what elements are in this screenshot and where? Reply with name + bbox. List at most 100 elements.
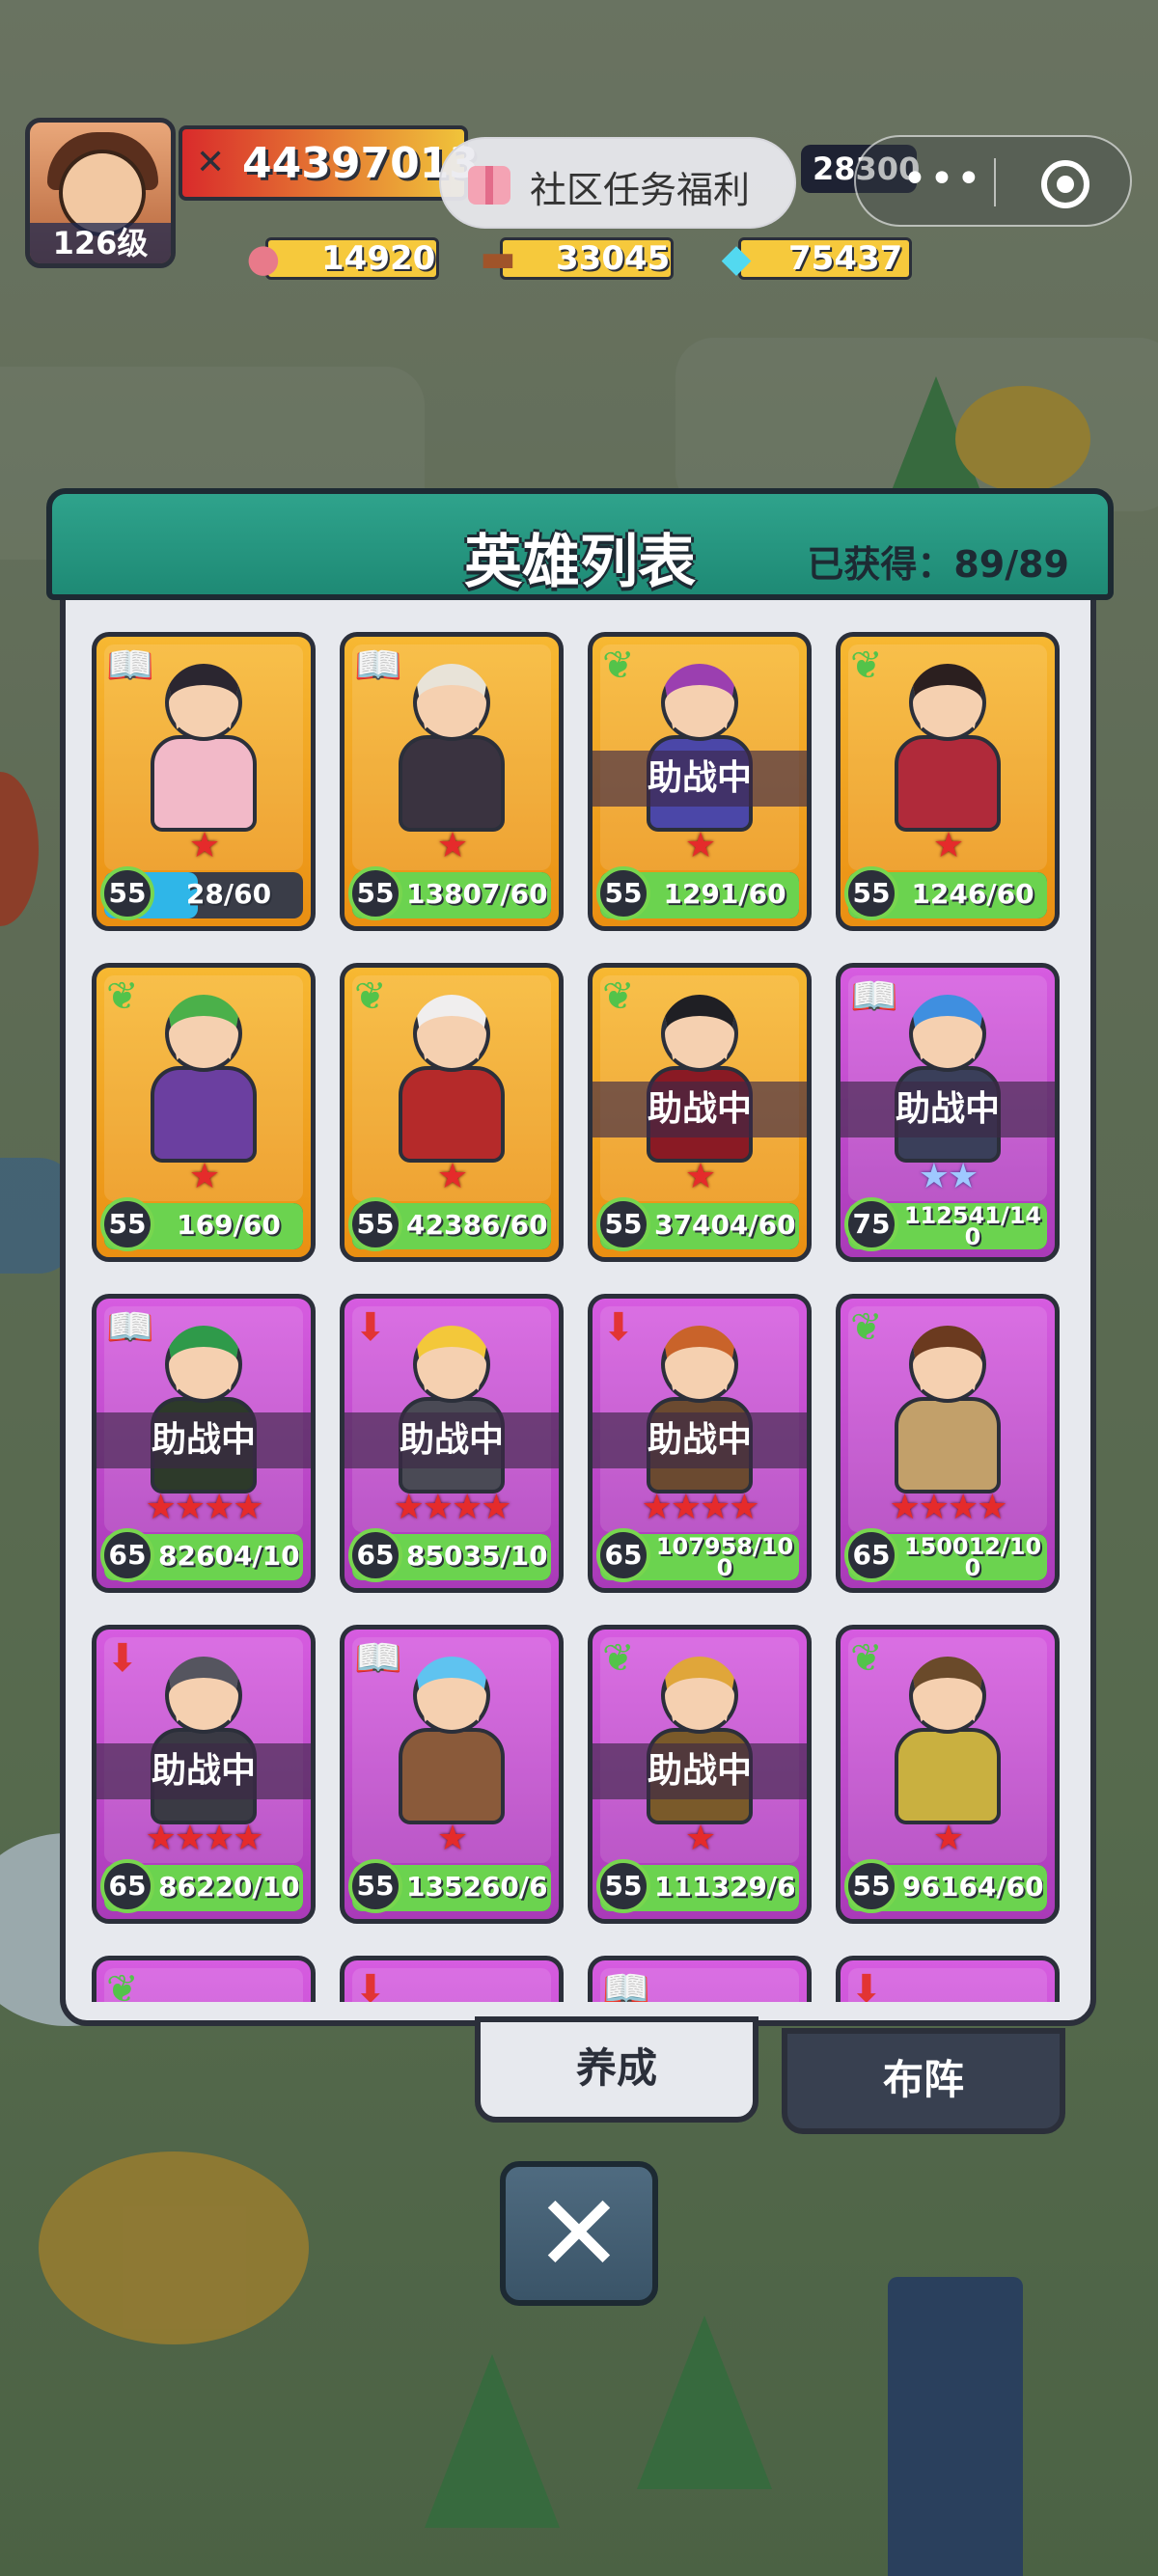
- assist-status-banner: 助战中: [96, 1412, 311, 1468]
- star-rating: ★: [684, 1819, 716, 1858]
- hero-card[interactable]: ⬇ 助战中 ★★★★6585035/100: [340, 1294, 564, 1593]
- leaf-class-icon: ❦: [106, 974, 139, 1019]
- hero-portrait: [389, 995, 514, 1178]
- fragment-progress-text: 1291/60: [663, 878, 786, 910]
- fragment-progress-text: 85035/100: [406, 1540, 547, 1572]
- book-class-icon: 📖: [602, 1967, 650, 2002]
- hero-level-badge: 55: [348, 1859, 402, 1913]
- fragment-progress-bar: 55 28/60: [100, 866, 303, 920]
- hero-card[interactable]: ⬇ 助战中 ★★★★6586220/100: [92, 1625, 316, 1924]
- star-rating: ★★: [918, 1157, 979, 1196]
- player-level: 126级: [30, 223, 171, 263]
- hero-card[interactable]: 📖 ★ 55 13807/60: [340, 632, 564, 931]
- hero-card[interactable]: 📖 ★ 55 28/60: [92, 632, 316, 931]
- fragment-progress-bar: 55 42386/60: [348, 1197, 551, 1251]
- hero-head: [909, 1657, 986, 1734]
- leaf-class-icon: ❦: [602, 1636, 635, 1681]
- crystal-value: 75437: [788, 239, 903, 278]
- hero-level-badge: 55: [596, 866, 650, 920]
- hero-head: [661, 1657, 738, 1734]
- leaf-class-icon: ❦: [106, 1967, 139, 2002]
- fragment-progress-bar: 55 96164/60: [844, 1859, 1047, 1913]
- star-rating: ★: [188, 826, 220, 865]
- obtained-count: 已获得：89/89: [807, 543, 1069, 586]
- fragment-progress-bar: 55 1291/60: [596, 866, 799, 920]
- hero-level-badge: 55: [844, 1859, 898, 1913]
- hero-card[interactable]: ⬇: [340, 1956, 564, 2002]
- leaf-class-icon: ❦: [354, 974, 387, 1019]
- assist-status-banner: 助战中: [841, 1082, 1055, 1137]
- hero-body: [151, 735, 257, 832]
- fragment-progress-text: 107958/100: [655, 1536, 794, 1578]
- hero-card[interactable]: 📖助战中★★★★6582604/100: [92, 1294, 316, 1593]
- tab-formation[interactable]: 布阵: [782, 2028, 1065, 2134]
- leaf-class-icon: ❦: [850, 644, 883, 688]
- community-task-label: 社区任务福利: [530, 169, 751, 211]
- hero-portrait: [389, 1657, 514, 1840]
- hero-body: [399, 735, 505, 832]
- hero-head: [165, 1657, 242, 1734]
- fragment-progress-text: 37404/60: [654, 1209, 795, 1241]
- hero-level-badge: 55: [844, 866, 898, 920]
- more-menu-icon[interactable]: •••: [902, 154, 983, 204]
- hero-card[interactable]: ⬇: [836, 1956, 1060, 2002]
- player-avatar[interactable]: 126级: [25, 118, 176, 268]
- hero-list-header: 英雄列表 已获得：89/89: [46, 488, 1114, 600]
- leaf-class-icon: ❦: [602, 644, 635, 688]
- star-rating: ★★★★: [145, 1488, 263, 1527]
- crossed-swords-icon: ✕: [196, 143, 226, 182]
- hero-portrait: [885, 664, 1010, 847]
- hero-card[interactable]: 📖★55135260/60: [340, 1625, 564, 1924]
- hero-portrait: [389, 664, 514, 847]
- hero-card[interactable]: 📖 助战中 ★★ 75 112541/140: [836, 963, 1060, 1262]
- hero-card[interactable]: ❦ 助战中 ★ 55 37404/60: [588, 963, 812, 1262]
- hero-card[interactable]: ❦ ★★★★ 65 150012/100: [836, 1294, 1060, 1593]
- assist-status-banner: 助战中: [345, 1412, 559, 1468]
- hero-level-badge: 55: [100, 1197, 154, 1251]
- star-rating: ★: [932, 1819, 964, 1858]
- meat-value: 14920: [321, 239, 436, 278]
- hero-level-badge: 65: [596, 1528, 650, 1582]
- hero-card[interactable]: ❦: [92, 1956, 316, 2002]
- hero-level-badge: 65: [100, 1528, 154, 1582]
- hero-head: [661, 1326, 738, 1403]
- fragment-progress-text: 13807/60: [406, 878, 547, 910]
- fragment-progress-bar: 65 107958/100: [596, 1528, 799, 1582]
- hero-card[interactable]: ❦ ★ 55 96164/60: [836, 1625, 1060, 1924]
- hero-card[interactable]: ❦助战中★55111329/60: [588, 1625, 812, 1924]
- fragment-progress-bar: 55111329/60: [596, 1859, 799, 1913]
- hero-card[interactable]: ❦ ★ 55 169/60: [92, 963, 316, 1262]
- hero-card[interactable]: ❦ 助战中 ★ 55 1291/60: [588, 632, 812, 931]
- tab-develop[interactable]: 养成: [475, 2016, 758, 2123]
- gift-icon: [468, 166, 510, 205]
- fragment-progress-text: 86220/100: [158, 1871, 299, 1903]
- hero-card[interactable]: 📖: [588, 1956, 812, 2002]
- star-rating: ★: [932, 826, 964, 865]
- fragment-progress-text: 169/60: [177, 1209, 281, 1241]
- hero-body: [895, 735, 1001, 832]
- hero-head: [413, 1657, 490, 1734]
- community-task-button[interactable]: 社区任务福利: [439, 137, 796, 229]
- hero-card[interactable]: ⬇ 助战中 ★★★★ 65 107958/100: [588, 1294, 812, 1593]
- hero-level-badge: 65: [844, 1528, 898, 1582]
- fragment-progress-bar: 55135260/60: [348, 1859, 551, 1913]
- crystal-icon: ◆: [721, 236, 752, 281]
- leaf-class-icon: ❦: [602, 974, 635, 1019]
- hero-head: [413, 995, 490, 1072]
- assist-status-banner: 助战中: [593, 751, 807, 807]
- fragment-progress-text: 42386/60: [406, 1209, 547, 1241]
- fragment-progress-text: 28/60: [185, 878, 272, 910]
- fragment-progress-text: 112541/140: [903, 1205, 1042, 1247]
- hero-card[interactable]: ❦ ★ 55 1246/60: [836, 632, 1060, 931]
- fragment-progress-bar: 55 37404/60: [596, 1197, 799, 1251]
- close-button[interactable]: ✕: [500, 2161, 658, 2306]
- star-rating: ★: [684, 1157, 716, 1196]
- hero-grid[interactable]: 📖 ★ 55 28/60 📖 ★ 55 13807/60 ❦ 助战中 ★ 55 1291/60 ❦ ★ 55 1…: [92, 632, 1066, 2002]
- hero-level-badge: 65: [100, 1859, 154, 1913]
- hero-card[interactable]: ❦ ★ 55 42386/60: [340, 963, 564, 1262]
- close-miniprogram-icon[interactable]: [1041, 160, 1089, 208]
- hero-head: [661, 664, 738, 741]
- hero-level-badge: 55: [348, 866, 402, 920]
- assist-status-banner: 助战中: [593, 1082, 807, 1137]
- wood-icon: ▬: [480, 236, 516, 281]
